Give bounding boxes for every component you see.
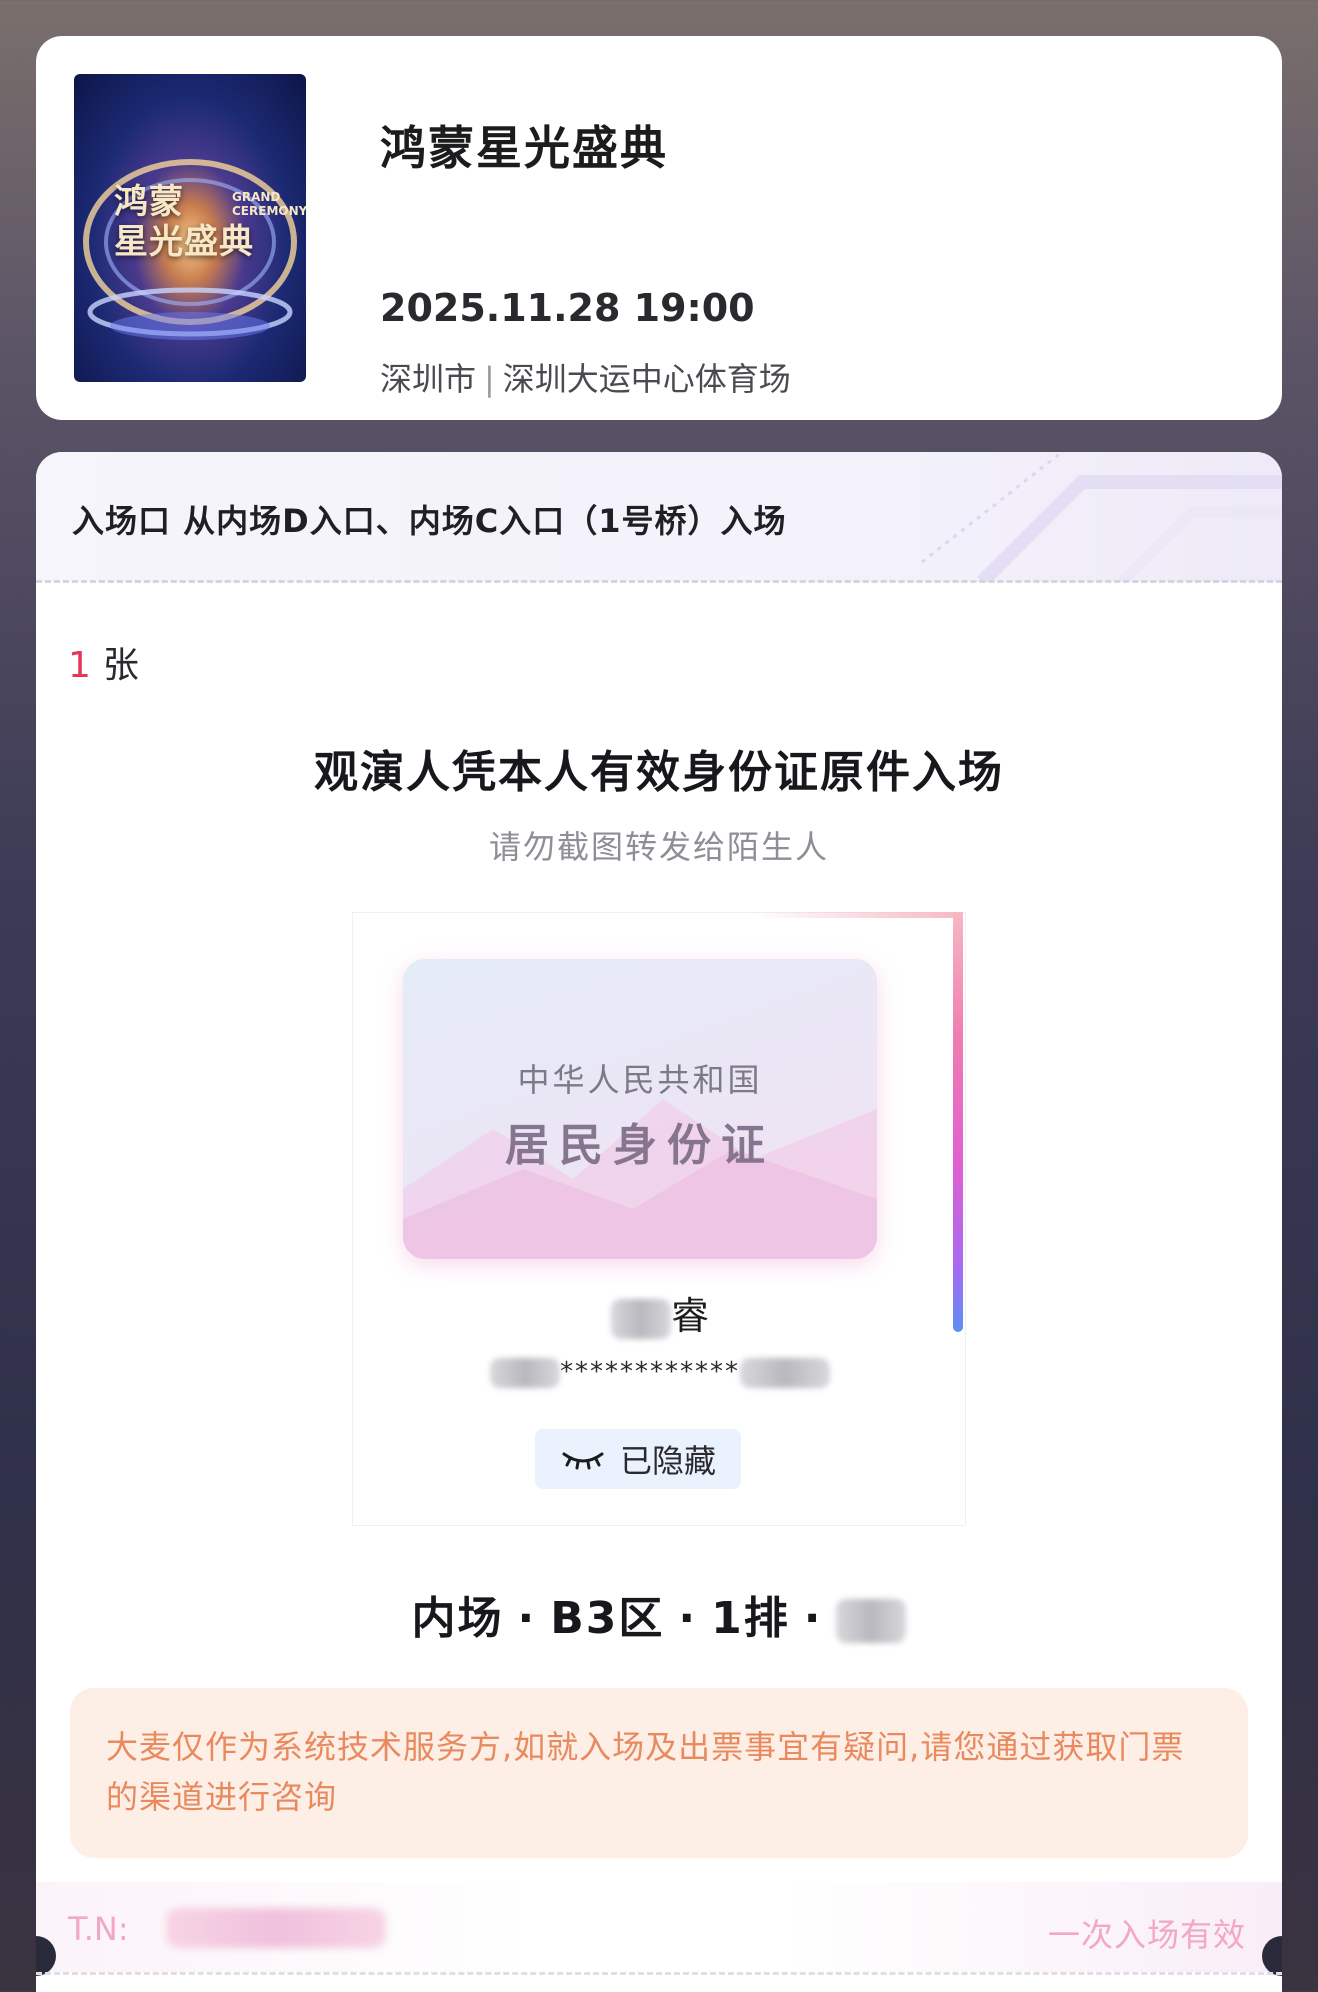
ticket-count-number: 1 — [68, 645, 91, 686]
event-title: 鸿蒙星光盛典 — [380, 121, 668, 175]
redacted-id-end — [740, 1357, 830, 1388]
seat-separator: · — [803, 1593, 823, 1644]
divider — [36, 580, 1282, 583]
seat-zone: B3区 — [550, 1593, 665, 1644]
entrance-bar: 入场口 从内场D入口、内场C入口（1号桥）入场 — [36, 452, 1282, 582]
holder-id-masked: ************ — [560, 1357, 740, 1387]
redacted-seat-number — [836, 1599, 907, 1643]
seat-separator: · — [678, 1593, 698, 1644]
seat-info: 内场 · B3区 · 1排 · — [36, 1582, 1282, 1646]
id-card-graphic: 中华人民共和国 居民身份证 — [403, 959, 877, 1259]
hidden-label: 已隐藏 — [619, 1442, 716, 1480]
event-venue-name: 深圳大运中心体育场 — [502, 360, 791, 398]
seat-separator: · — [517, 1593, 537, 1644]
id-card-country: 中华人民共和国 — [517, 1061, 763, 1099]
ticket-count-unit: 张 — [102, 645, 139, 686]
ticket-count: 1张 — [68, 636, 139, 688]
id-card-type: 居民身份证 — [505, 1120, 775, 1171]
show-id-toggle[interactable]: 已隐藏 — [535, 1429, 741, 1489]
seat-area: 内场 — [411, 1593, 504, 1644]
panel-accent-top — [753, 912, 963, 918]
ticket-number-label: T.N: — [68, 1910, 129, 1948]
id-panel: 中华人民共和国 居民身份证 睿 ************ 已隐藏 — [352, 912, 966, 1526]
closed-eye-icon — [562, 1452, 604, 1470]
redacted-name — [610, 1298, 671, 1339]
service-notice: 大麦仅作为系统技术服务方,如就入场及出票事宜有疑问,请您通过获取门票的渠道进行咨… — [70, 1688, 1248, 1858]
redacted-id-start — [490, 1357, 560, 1388]
event-city: 深圳市 — [380, 360, 477, 398]
entrance-info: 入场口 从内场D入口、内场C入口（1号桥）入场 — [72, 502, 787, 540]
footer-divider — [36, 1972, 1282, 1975]
id-warning-subtext: 请勿截图转发给陌生人 — [488, 828, 829, 866]
holder-name: 睿 — [353, 1285, 967, 1340]
seat-row: 1排 — [711, 1593, 790, 1644]
id-requirement-headline: 观演人凭本人有效身份证原件入场 — [314, 747, 1004, 798]
validity-text: 一次入场有效 — [1047, 1916, 1246, 1954]
panel-accent-side — [953, 912, 963, 1332]
map-decoration-icon — [921, 452, 1282, 582]
redacted-ticket-number — [166, 1908, 386, 1948]
event-datetime: 2025.11.28 19:00 — [380, 286, 755, 330]
event-poster: 鸿蒙 星光盛典 GRAND CEREMONY — [74, 74, 306, 382]
venue-separator: | — [484, 360, 495, 398]
holder-name-visible: 睿 — [670, 1294, 709, 1338]
event-venue: 深圳市 | 深圳大运中心体育场 — [380, 354, 791, 400]
poster-subtitle: GRAND CEREMONY — [232, 190, 306, 218]
event-card[interactable]: 鸿蒙 星光盛典 GRAND CEREMONY 鸿蒙星光盛典 2025.11.28… — [36, 36, 1282, 420]
ticket-card: 入场口 从内场D入口、内场C入口（1号桥）入场 1张 观演人凭本人有效身份证原件… — [36, 452, 1282, 1992]
holder-id-number: ************ — [353, 1357, 967, 1388]
